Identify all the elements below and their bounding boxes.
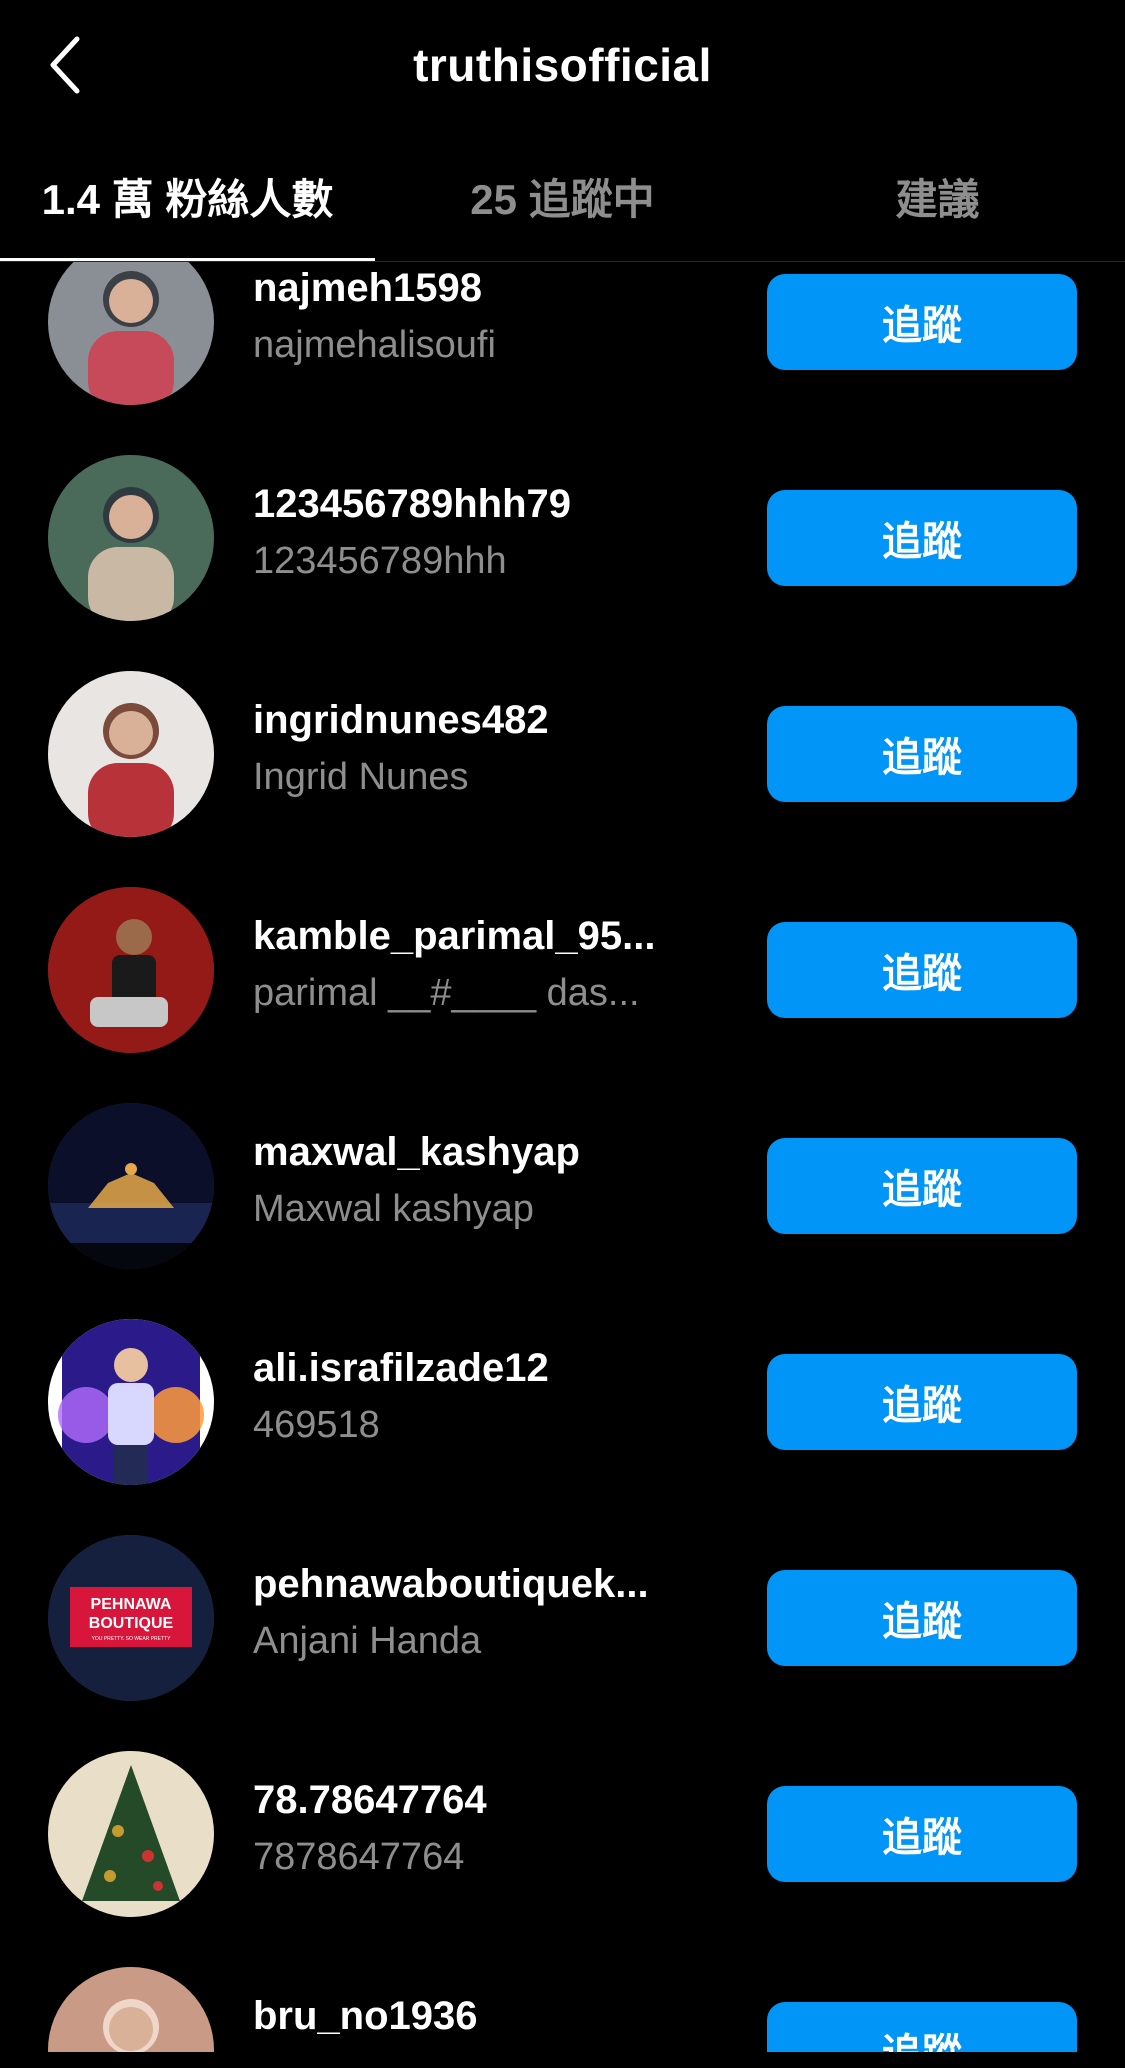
follower-row[interactable]: najmeh1598 najmehalisoufi 追蹤 [0,262,1125,430]
avatar[interactable] [48,1751,214,1917]
follow-button[interactable]: 追蹤 [767,706,1077,802]
avatar-image: PEHNAWA BOUTIQUE YOU PRETTY. SO WEAR PRE… [48,1535,214,1701]
avatar-image [48,455,214,621]
username-label[interactable]: najmeh1598 [253,266,703,311]
follower-row[interactable]: ingridnunes482 Ingrid Nunes 追蹤 [0,646,1125,862]
follow-button[interactable]: 追蹤 [767,2002,1077,2052]
avatar[interactable] [48,1103,214,1269]
page-title: truthisofficial [413,39,712,91]
avatar-image [48,262,214,405]
follow-button[interactable]: 追蹤 [767,1138,1077,1234]
follower-row[interactable]: 78.78647764 7878647764 追蹤 [0,1726,1125,1942]
avatar-image [48,1751,214,1917]
full-name-label: 123456789hhh [253,540,507,582]
username-label[interactable]: 123456789hhh79 [253,482,703,527]
tab-bar: 1.4 萬 粉絲人數 25 追蹤中 建議 [0,130,1125,262]
avatar-image [48,1967,214,2052]
brand-logo-tagline: YOU PRETTY. SO WEAR PRETTY [92,1636,171,1642]
username-label[interactable]: pehnawaboutiquek... [253,1562,703,1607]
follower-row[interactable]: bru_no1936 Bruno Souza 追蹤 [0,1942,1125,2052]
avatar[interactable] [48,1967,214,2052]
username-label[interactable]: maxwal_kashyap [253,1130,703,1175]
avatar-image [48,887,214,1053]
follower-row[interactable]: maxwal_kashyap Maxwal kashyap 追蹤 [0,1078,1125,1294]
tab-divider [0,261,1125,262]
bottom-edge [0,2052,1125,2068]
follow-button[interactable]: 追蹤 [767,1354,1077,1450]
followers-list[interactable]: najmeh1598 najmehalisoufi 追蹤 123456789hh… [0,262,1125,2052]
avatar[interactable]: PEHNAWA BOUTIQUE YOU PRETTY. SO WEAR PRE… [48,1535,214,1701]
username-label[interactable]: ingridnunes482 [253,698,703,743]
full-name-label: Ingrid Nunes [253,756,469,798]
follow-button[interactable]: 追蹤 [767,922,1077,1018]
username-label[interactable]: kamble_parimal_95... [253,914,703,959]
avatar-image [48,1103,214,1269]
avatar[interactable] [48,1319,214,1485]
avatar[interactable] [48,671,214,837]
username-label[interactable]: bru_no1936 [253,1994,703,2039]
brand-logo-text-1: PEHNAWA [91,1596,172,1613]
full-name-label: Anjani Handa [253,1620,482,1662]
username-label[interactable]: 78.78647764 [253,1778,703,1823]
tab-following[interactable]: 25 追蹤中 [375,130,750,262]
top-nav-bar: truthisofficial [0,0,1125,130]
follow-button[interactable]: 追蹤 [767,274,1077,370]
full-name-label: Maxwal kashyap [253,1188,534,1230]
full-name-label: najmehalisoufi [253,324,496,366]
follower-row[interactable]: kamble_parimal_95... parimal __#____ das… [0,862,1125,1078]
full-name-label: parimal __#____ das... [253,972,640,1014]
follow-button[interactable]: 追蹤 [767,490,1077,586]
brand-logo-text-2: BOUTIQUE [89,1615,174,1632]
avatar[interactable] [48,455,214,621]
tab-followers[interactable]: 1.4 萬 粉絲人數 [0,130,375,262]
follow-button[interactable]: 追蹤 [767,1570,1077,1666]
full-name-label: 7878647764 [253,1836,465,1878]
avatar-image [48,1319,214,1485]
avatar[interactable] [48,262,214,405]
follow-button[interactable]: 追蹤 [767,1786,1077,1882]
avatar[interactable] [48,887,214,1053]
follower-row[interactable]: 123456789hhh79 123456789hhh 追蹤 [0,430,1125,646]
follower-row[interactable]: ali.israfilzade12 469518 追蹤 [0,1294,1125,1510]
avatar-image [48,671,214,837]
username-label[interactable]: ali.israfilzade12 [253,1346,703,1391]
tab-suggested[interactable]: 建議 [750,130,1125,262]
follower-row[interactable]: PEHNAWA BOUTIQUE YOU PRETTY. SO WEAR PRE… [0,1510,1125,1726]
full-name-label: 469518 [253,1404,380,1446]
